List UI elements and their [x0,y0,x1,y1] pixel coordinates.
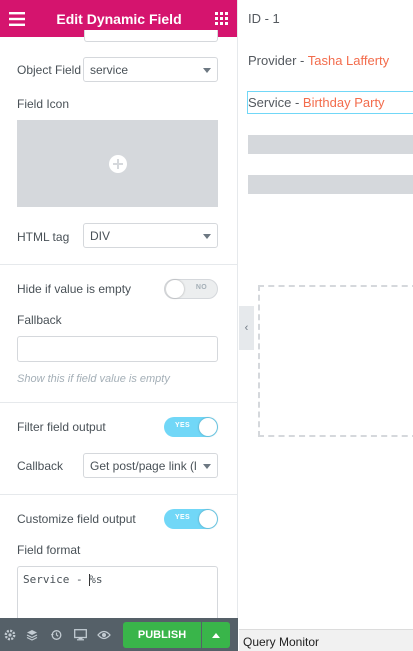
hide-if-empty-label: Hide if value is empty [17,282,132,296]
filter-output-label: Filter field output [17,420,106,434]
field-format-after: %s [89,573,103,586]
query-monitor-bar[interactable]: Query Monitor [239,629,413,651]
chevron-left-icon: ‹ [244,322,249,334]
provider-value: Tasha Lafferty [307,53,390,68]
layers-icon[interactable] [20,618,44,651]
object-field-label: Object Field [17,63,82,77]
preview-canvas: ID - 1 Provider - Tasha Lafferty Service… [239,0,413,651]
customize-output-label: Customize field output [17,512,136,526]
field-format-label: Field format [17,543,81,557]
id-line: ID - 1 [248,11,280,26]
divider [0,264,237,265]
collapse-panel-button[interactable]: ‹ [239,306,254,350]
editor-panel: Edit Dynamic Field Object Field service … [0,0,238,651]
field-format-textarea[interactable]: Service - %s [17,566,218,626]
callback-label: Callback [17,459,64,473]
fallback-label: Fallback [17,313,62,327]
callback-value: Get post/page link (l [90,459,197,473]
service-value: Birthday Party [302,95,385,110]
fallback-hint: Show this if field value is empty [17,373,170,385]
history-icon[interactable] [44,618,68,651]
hide-if-empty-toggle[interactable]: NO [164,279,218,299]
fallback-input[interactable] [17,336,218,362]
field-icon-label: Field Icon [17,97,70,111]
responsive-icon[interactable] [68,618,92,651]
service-prefix: Service - [248,95,303,110]
callback-select[interactable]: Get post/page link (l [83,453,218,478]
toggle-text: YES [175,422,190,429]
object-field-value: service [90,63,129,77]
html-tag-value: DIV [90,229,111,243]
html-tag-select[interactable]: DIV [83,223,218,248]
preview-eye-icon[interactable] [92,618,116,651]
empty-drop-area[interactable] [258,285,413,437]
field-format-before: Service - [23,573,90,586]
service-line[interactable]: Service - Birthday Party [248,95,385,110]
object-field-select[interactable]: service [83,57,218,82]
chevron-up-icon [212,632,220,638]
field-icon-picker[interactable] [17,120,218,207]
caret-down-icon [203,464,211,469]
toggle-text: NO [195,284,207,291]
provider-prefix: Provider - [248,53,308,68]
settings-icon[interactable] [0,618,20,651]
publish-button[interactable]: PUBLISH [123,622,201,648]
toggle-knob [199,510,217,528]
scrolled-input[interactable] [84,30,218,42]
caret-down-icon [203,234,211,239]
filter-output-toggle[interactable]: YES [164,417,218,437]
caret-down-icon [203,68,211,73]
html-tag-label: HTML tag [17,230,70,244]
divider [0,402,237,403]
toggle-knob [199,418,217,436]
toggle-knob [166,280,184,298]
placeholder-bar [248,175,413,194]
plus-icon [108,154,127,173]
divider [0,494,237,495]
panel-title: Edit Dynamic Field [56,10,182,27]
hamburger-icon[interactable] [0,0,34,37]
customize-output-toggle[interactable]: YES [164,509,218,529]
publish-options-button[interactable] [202,622,230,648]
placeholder-bar [248,135,413,154]
toggle-text: YES [175,514,190,521]
provider-line: Provider - Tasha Lafferty [248,53,389,68]
